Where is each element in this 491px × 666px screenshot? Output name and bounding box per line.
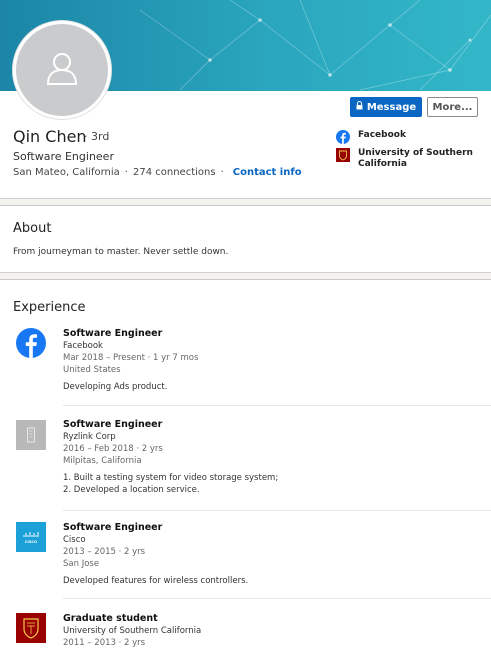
experience-separator (63, 598, 491, 599)
profile-location: San Mateo, California (13, 167, 120, 178)
about-heading: About (13, 221, 52, 236)
usc-logo (16, 613, 46, 643)
message-button[interactable]: Message (350, 97, 422, 117)
cisco-logo: CISCO (16, 522, 46, 552)
profile-avatar[interactable] (13, 21, 111, 119)
more-button-label: More... (432, 101, 473, 113)
more-button[interactable]: More... (427, 97, 478, 117)
experience-company: Facebook (63, 341, 103, 351)
sidebar-item-usc[interactable]: University of Southern California (336, 148, 476, 170)
experience-heading: Experience (13, 300, 86, 315)
experience-dates: Mar 2018 – Present · 1 yr 7 mos (63, 353, 199, 363)
connections-count[interactable]: 274 connections (133, 167, 216, 178)
experience-location: United States (63, 365, 121, 375)
sidebar-item-label: Facebook (358, 130, 406, 140)
experience-dates: 2013 – 2015 · 2 yrs (63, 547, 146, 557)
facebook-logo-icon (16, 328, 46, 358)
experience-description: Developed features for wireless controll… (63, 576, 249, 586)
section-divider (0, 272, 491, 280)
facebook-icon (336, 130, 350, 144)
experience-separator (63, 510, 491, 511)
location-line: San Mateo, California · 274 connections · Co… (13, 167, 302, 178)
company-placeholder-logo (16, 420, 46, 450)
experience-location: Milpitas, California (63, 456, 142, 466)
about-text: From journeyman to master. Never settle … (13, 247, 229, 257)
experience-description: 2. Developed a location service. (63, 485, 200, 495)
connection-degree: · 3rd (84, 130, 110, 143)
experience-description: Developing Ads product. (63, 382, 168, 392)
contact-info-link[interactable]: Contact info (233, 167, 302, 178)
experience-description: 1. Built a testing system for video stor… (63, 473, 279, 483)
section-divider (0, 198, 491, 206)
experience-dates: 2011 – 2013 · 2 yrs (63, 638, 146, 648)
building-icon (27, 427, 35, 443)
experience-separator (63, 405, 491, 406)
experience-dates: 2016 – Feb 2018 · 2 yrs (63, 444, 163, 454)
person-icon (46, 53, 78, 85)
experience-title: Software Engineer (63, 522, 163, 533)
usc-logo-icon (336, 148, 350, 162)
cisco-icon: CISCO (23, 532, 39, 544)
profile-headline: Software Engineer (13, 150, 114, 163)
usc-seal-icon (23, 618, 39, 639)
experience-company: Cisco (63, 535, 86, 545)
experience-company: Ryzlink Corp (63, 432, 116, 442)
sidebar-item-facebook[interactable]: Facebook (336, 130, 406, 144)
experience-company: University of Southern California (63, 626, 202, 636)
experience-title: Software Engineer (63, 328, 163, 339)
message-button-label: Message (366, 101, 417, 113)
lock-icon (356, 101, 363, 113)
experience-title: Graduate student (63, 613, 158, 624)
sidebar-item-label: University of Southern California (358, 148, 473, 169)
svg-text:CISCO: CISCO (25, 540, 37, 544)
profile-name: Qin Chen (13, 127, 87, 146)
experience-title: Software Engineer (63, 419, 163, 430)
experience-location: San Jose (63, 559, 100, 569)
